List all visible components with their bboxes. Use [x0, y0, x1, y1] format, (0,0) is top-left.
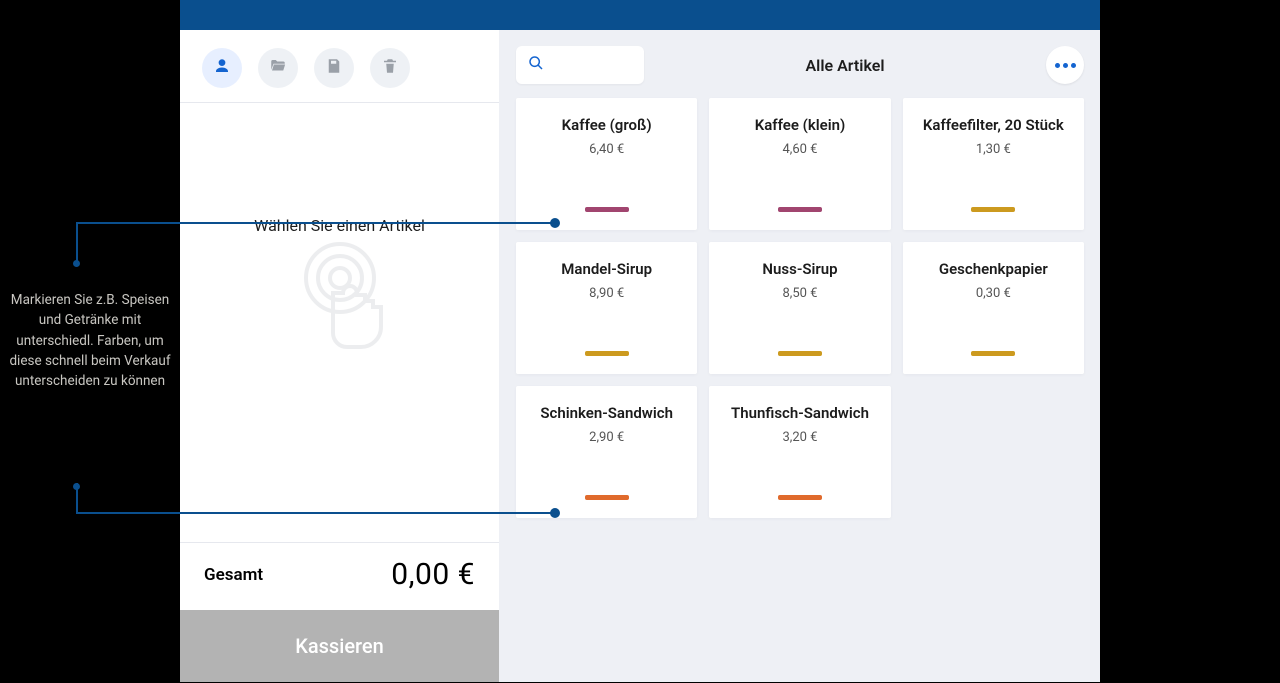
tile-color-bar — [971, 207, 1015, 212]
connector-segment — [76, 222, 554, 224]
open-button[interactable] — [258, 48, 298, 88]
tile-price: 4,60 € — [782, 142, 817, 157]
tile-color-bar — [778, 351, 822, 356]
connector-dot-top — [73, 260, 80, 267]
delete-button[interactable] — [370, 48, 410, 88]
dots-icon — [1071, 63, 1076, 68]
customer-button[interactable] — [202, 48, 242, 88]
trash-icon — [381, 57, 399, 79]
annotation-callout: Markieren Sie z.B. Speisen und Getränke … — [0, 260, 180, 391]
catalog-header: Alle Artikel — [516, 46, 1084, 84]
checkout-button-label: Kassieren — [295, 634, 384, 658]
annotation-text: Markieren Sie z.B. Speisen und Getränke … — [9, 292, 170, 389]
catalog-tile[interactable]: Geschenkpapier 0,30 € — [903, 242, 1084, 374]
catalog-tile[interactable]: Kaffee (klein) 4,60 € — [709, 98, 890, 230]
tile-name: Mandel-Sirup — [526, 260, 687, 278]
save-button[interactable] — [314, 48, 354, 88]
folder-icon — [269, 57, 287, 79]
tile-price: 0,30 € — [976, 286, 1011, 301]
dots-icon — [1055, 63, 1060, 68]
connector-segment — [76, 223, 78, 263]
checkout-button[interactable]: Kassieren — [180, 610, 499, 682]
pos-app-window: Wählen Sie einen Artikel Gesamt 0,00 € K… — [180, 0, 1100, 682]
search-input[interactable] — [516, 46, 644, 84]
tile-name: Kaffee (groß) — [526, 116, 687, 134]
touch-illustration-icon — [280, 238, 400, 408]
tile-color-bar — [585, 351, 629, 356]
catalog-title: Alle Artikel — [656, 56, 1034, 75]
tile-price: 6,40 € — [589, 142, 624, 157]
tile-color-bar — [585, 495, 629, 500]
catalog-tile[interactable]: Kaffeefilter, 20 Stück 1,30 € — [903, 98, 1084, 230]
catalog-tile[interactable]: Kaffee (groß) 6,40 € — [516, 98, 697, 230]
tile-color-bar — [778, 495, 822, 500]
window-titlebar — [180, 0, 1100, 30]
tile-name: Thunfisch-Sandwich — [719, 404, 880, 422]
catalog-tile[interactable]: Schinken-Sandwich 2,90 € — [516, 386, 697, 518]
dots-icon — [1063, 63, 1068, 68]
catalog-tile[interactable]: Mandel-Sirup 8,90 € — [516, 242, 697, 374]
tile-name: Kaffeefilter, 20 Stück — [913, 116, 1074, 134]
connector-segment — [76, 512, 554, 514]
cart-total-row: Gesamt 0,00 € — [180, 542, 499, 610]
tile-color-bar — [778, 207, 822, 212]
tile-name: Geschenkpapier — [913, 260, 1074, 278]
more-button[interactable] — [1046, 46, 1084, 84]
tile-price: 3,20 € — [782, 430, 817, 445]
cart-toolbar — [180, 30, 499, 103]
connector-endpoint-icon — [550, 218, 560, 228]
catalog-tile[interactable]: Nuss-Sirup 8,50 € — [709, 242, 890, 374]
tile-price: 8,90 € — [589, 286, 624, 301]
cart-empty-state: Wählen Sie einen Artikel — [180, 103, 499, 542]
catalog-panel: Alle Artikel Kaffee (groß)6,40 €Kaffee (… — [500, 30, 1100, 682]
connector-endpoint-icon — [550, 508, 560, 518]
tile-price: 1,30 € — [976, 142, 1011, 157]
cart-total-amount: 0,00 € — [391, 557, 475, 592]
cart-total-label: Gesamt — [204, 565, 263, 585]
catalog-tile[interactable]: Thunfisch-Sandwich 3,20 € — [709, 386, 890, 518]
cart-panel: Wählen Sie einen Artikel Gesamt 0,00 € K… — [180, 30, 500, 682]
tile-name: Nuss-Sirup — [719, 260, 880, 278]
connector-dot-bottom — [73, 483, 80, 490]
save-icon — [325, 57, 343, 79]
tile-price: 2,90 € — [589, 430, 624, 445]
search-icon — [528, 55, 544, 75]
tile-price: 8,50 € — [782, 286, 817, 301]
tile-color-bar — [585, 207, 629, 212]
tile-color-bar — [971, 351, 1015, 356]
person-icon — [213, 57, 231, 79]
tile-name: Kaffee (klein) — [719, 116, 880, 134]
catalog-grid: Kaffee (groß)6,40 €Kaffee (klein)4,60 €K… — [516, 98, 1084, 518]
tile-name: Schinken-Sandwich — [526, 404, 687, 422]
cart-empty-prompt: Wählen Sie einen Artikel — [180, 216, 499, 235]
